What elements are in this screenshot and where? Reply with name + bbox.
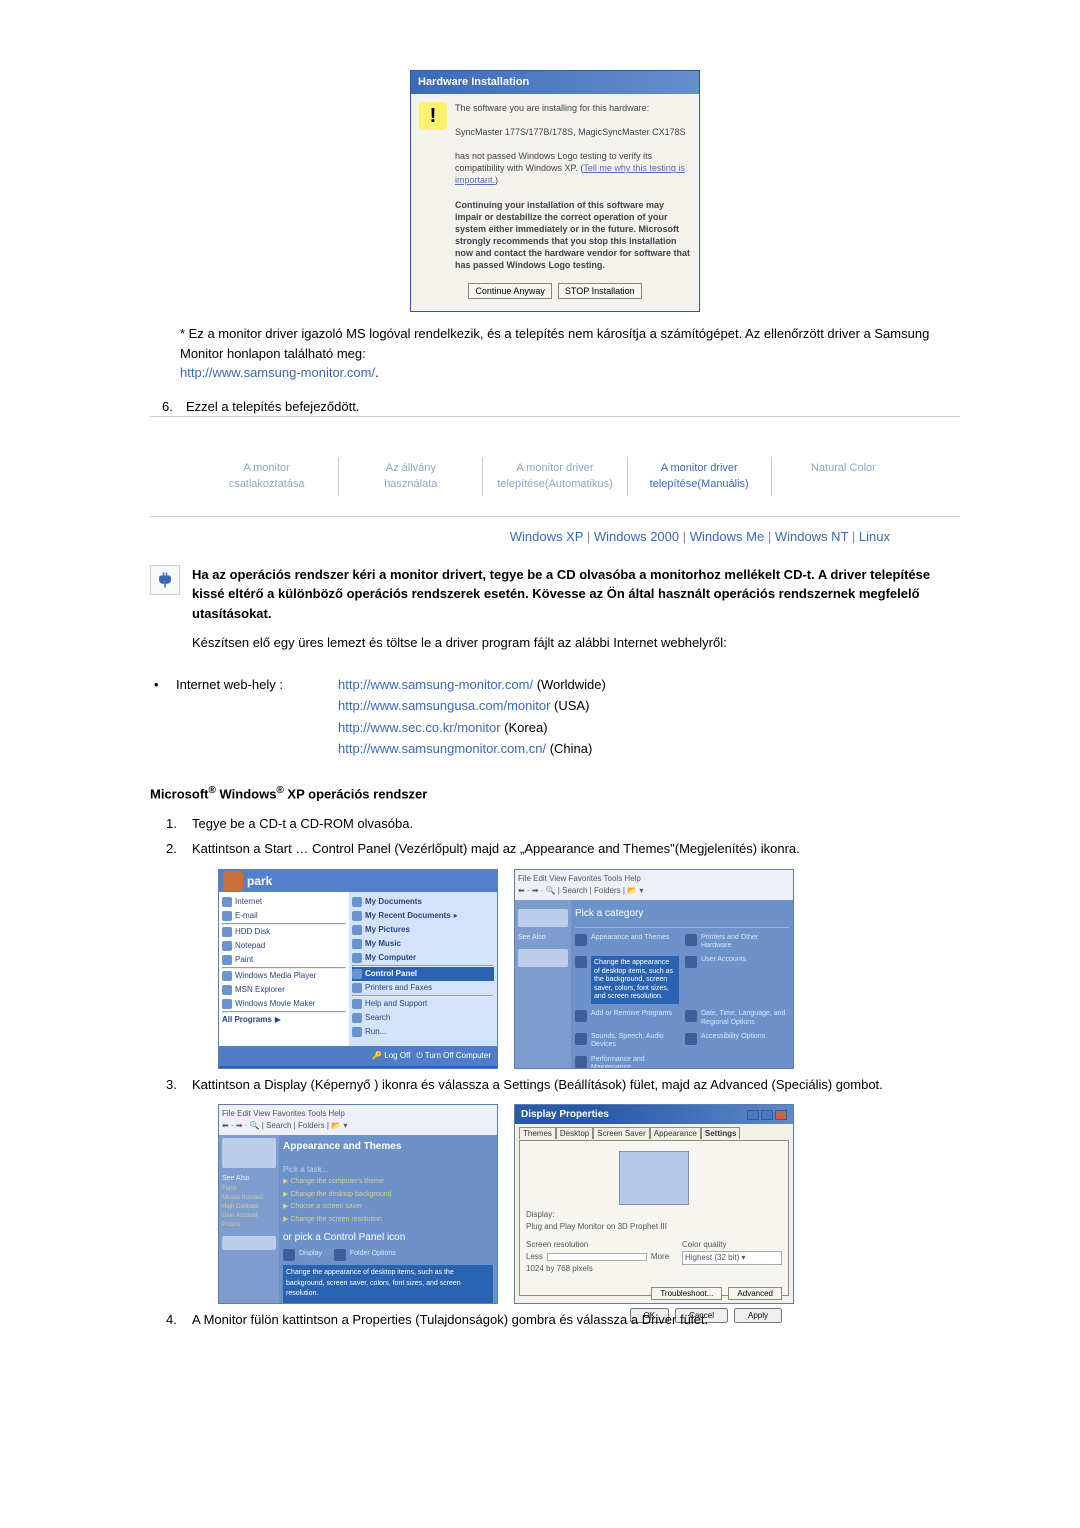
step-3: Kattintson a Display (Képernyő ) ikonra … [192,1075,960,1305]
nav-stand[interactable]: Az állványhasználata [339,457,483,496]
step-4: A Monitor fülön kattintson a Properties … [192,1310,960,1330]
link-worldwide[interactable]: http://www.samsung-monitor.com/ [338,677,533,692]
link-windows-nt[interactable]: Windows NT [775,529,848,544]
continue-anyway-button[interactable]: Continue Anyway [468,283,552,299]
link-linux[interactable]: Linux [859,529,890,544]
step-2: Kattintson a Start … Control Panel (Vezé… [192,839,960,1069]
document-page: Hardware Installation ! The software you… [0,0,1080,1356]
appearance-themes-screenshot: File Edit View Favorites Tools Help⬅ · ➡… [218,1104,498,1304]
nav-connect[interactable]: A monitorcsatlakoztatása [195,457,339,496]
link-windows-2000[interactable]: Windows 2000 [594,529,679,544]
advanced-button[interactable]: Advanced [728,1287,782,1300]
link-korea[interactable]: http://www.sec.co.kr/monitor [338,720,501,735]
hardware-installation-dialog: Hardware Installation ! The software you… [410,70,700,312]
link-windows-xp[interactable]: Windows XP [510,529,583,544]
driver-install-note: Ha az operációs rendszer kéri a monitor … [192,565,960,663]
plug-icon [150,565,180,595]
warning-icon: ! [419,102,447,130]
display-properties-screenshot: Display Properties ThemesDesktopScreen S… [514,1104,794,1304]
nav-driver-auto[interactable]: A monitor drivertelepítése(Automatikus) [483,457,627,496]
samsung-monitor-link[interactable]: http://www.samsung-monitor.com/ [180,365,375,380]
step-6-text: Ezzel a telepítés befejeződött. [186,397,359,417]
dialog-body-text: The software you are installing for this… [455,102,691,272]
nav-natural-color[interactable]: Natural Color [772,457,915,496]
xp-section-title: Microsoft® Windows® XP operációs rendsze… [150,783,960,804]
star-note: * Ez a monitor driver igazoló MS logóval… [180,324,960,383]
link-usa[interactable]: http://www.samsungusa.com/monitor [338,698,550,713]
start-menu-screenshot: park Internet E-mail HDD Disk Notepad Pa… [218,869,498,1069]
internet-webhely-label: Internet web-hely : [176,675,326,695]
section-nav: A monitorcsatlakoztatása Az állványhaszn… [195,457,915,496]
bullet-dot: • [154,675,164,695]
step-1: Tegye be a CD-t a CD-ROM olvasóba. [192,814,960,834]
os-anchor-links: Windows XP | Windows 2000 | Windows Me |… [150,527,890,547]
control-panel-screenshot: File Edit View Favorites Tools Help⬅ · ➡… [514,869,794,1069]
troubleshoot-button[interactable]: Troubleshoot... [651,1287,722,1300]
nav-driver-manual[interactable]: A monitor drivertelepítése(Manuális) [628,457,772,496]
dialog-title: Hardware Installation [411,71,699,94]
stop-installation-button[interactable]: STOP Installation [558,283,642,299]
link-windows-me[interactable]: Windows Me [690,529,764,544]
link-china[interactable]: http://www.samsungmonitor.com.cn/ [338,741,546,756]
step-6-number: 6. [162,397,176,417]
